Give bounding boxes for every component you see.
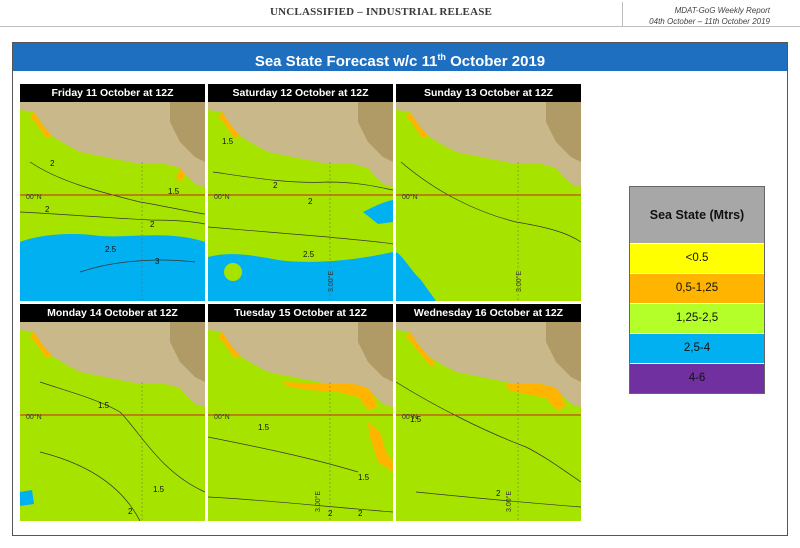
contour-label: 2: [328, 509, 333, 518]
map-panel-wednesday: Wednesday 16 October at 12Z 00°N 1.5 2 3…: [396, 304, 581, 521]
meridian-label: 3.00°E: [327, 271, 335, 292]
contour-label: 1.5: [153, 485, 165, 494]
contour-label: 2: [128, 507, 133, 516]
contour-label: 1.5: [98, 401, 110, 410]
report-info: MDAT-GoG Weekly Report 04th October – 11…: [649, 5, 770, 27]
sea-state-map: 00°N 1.5 2 1.5: [20, 322, 205, 521]
legend-row-rough: 2,5-4: [630, 334, 764, 364]
equator-label: 00°N: [26, 193, 42, 201]
map-panel-saturday: Saturday 12 October at 12Z 00°N 1.5 2 2 …: [208, 84, 393, 301]
panel-title: Monday 14 October at 12Z: [20, 304, 205, 322]
sea-state-map: 00°N 3.00°E: [396, 102, 581, 301]
equator-label: 00°N: [26, 413, 42, 421]
panel-title: Saturday 12 October at 12Z: [208, 84, 393, 102]
legend-row-slight: 0,5-1,25: [630, 274, 764, 304]
contour-label: 2.5: [303, 250, 315, 259]
contour-label: 2: [496, 489, 501, 498]
sea-state-map: 00°N 2 2 2.5 3 2 1.5: [20, 102, 205, 301]
contour-label: 3: [155, 257, 160, 266]
banner-title-suffix: October 2019: [445, 53, 546, 70]
equator-label: 00°N: [402, 193, 418, 201]
sea-state-map: 00°N 1.5 1.5 2 2 3.00°E: [208, 322, 393, 521]
sea-state-map: 00°N 1.5 2 3.00°E: [396, 322, 581, 521]
map-panel-monday: Monday 14 October at 12Z 00°N 1.5 2 1.5: [20, 304, 205, 521]
contour-label: 1.5: [358, 473, 370, 482]
contour-label: 2: [273, 181, 278, 190]
contour-label: 2: [50, 159, 55, 168]
panel-title: Sunday 13 October at 12Z: [396, 84, 581, 102]
contour-label: 1.5: [258, 423, 270, 432]
forecast-map-grid: Friday 11 October at 12Z 00°N 2 2 2.5 3 …: [20, 84, 581, 521]
header-rule: [0, 26, 800, 27]
contour-label: 2: [150, 220, 155, 229]
banner-title-sup: th: [437, 52, 446, 62]
meridian-label: 3.00°E: [515, 271, 523, 292]
map-panel-tuesday: Tuesday 15 October at 12Z 00°N 1.5 1.5 2…: [208, 304, 393, 521]
contour-label: 1.5: [168, 187, 180, 196]
forecast-slide: Sea State Forecast w/c 11th October 2019…: [12, 42, 788, 536]
contour-label: 2.5: [105, 245, 117, 254]
map-panel-sunday: Sunday 13 October at 12Z 00°N 3.00°E: [396, 84, 581, 301]
contour-label: 2: [308, 197, 313, 206]
contour-label: 1.5: [222, 137, 234, 146]
legend-row-very-rough: 4-6: [630, 364, 764, 393]
sea-state-legend: Sea State (Mtrs) <0.5 0,5-1,25 1,25-2,5 …: [629, 186, 765, 394]
equator-label: 00°N: [214, 193, 230, 201]
header-divider: [622, 2, 623, 26]
equator-label: 00°N: [214, 413, 230, 421]
classification-label: UNCLASSIFIED – INDUSTRIAL RELEASE: [270, 6, 493, 18]
legend-row-calm: <0.5: [630, 244, 764, 274]
contour-label: 2: [45, 205, 50, 214]
report-title: MDAT-GoG Weekly Report: [674, 6, 770, 15]
meridian-label: 3.00°E: [314, 491, 322, 512]
forecast-banner: Sea State Forecast w/c 11th October 2019: [13, 43, 787, 71]
contour-label: 1.5: [410, 415, 422, 424]
banner-title-prefix: Sea State Forecast w/c 11: [254, 53, 438, 70]
map-panel-friday: Friday 11 October at 12Z 00°N 2 2 2.5 3 …: [20, 84, 205, 301]
panel-title: Friday 11 October at 12Z: [20, 84, 205, 102]
legend-row-moderate: 1,25-2,5: [630, 304, 764, 334]
panel-title: Tuesday 15 October at 12Z: [208, 304, 393, 322]
contour-label: 2: [358, 509, 363, 518]
sea-state-map: 00°N 1.5 2 2 2.5 3.00°E: [208, 102, 393, 301]
panel-title: Wednesday 16 October at 12Z: [396, 304, 581, 322]
meridian-label: 3.00°E: [505, 491, 513, 512]
legend-title: Sea State (Mtrs): [630, 187, 764, 244]
